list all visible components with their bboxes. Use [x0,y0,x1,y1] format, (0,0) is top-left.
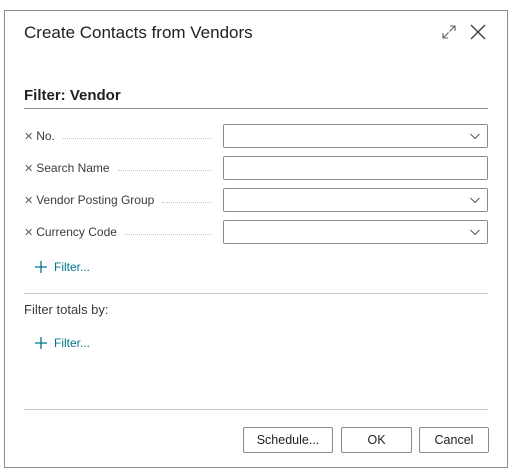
section-divider [24,108,488,109]
add-filter-link[interactable]: Filter... [34,260,90,274]
chevron-down-icon[interactable] [469,226,481,238]
dialog-title: Create Contacts from Vendors [24,23,253,42]
search-name-filter-input[interactable] [223,156,488,180]
add-filter-label: Filter... [54,260,91,274]
remove-filter-icon[interactable]: ✕ [24,130,33,143]
filter-label: No. [36,129,55,143]
add-totals-filter-link[interactable]: Filter... [34,336,90,350]
filter-row-vendor-posting-group: ✕ Vendor Posting Group [24,188,488,212]
no-filter-input[interactable] [223,124,488,148]
currency-code-filter-input[interactable] [223,220,488,244]
chevron-down-icon[interactable] [469,194,481,206]
filter-label: Currency Code [36,225,117,239]
close-icon[interactable] [469,23,487,41]
filter-label: Vendor Posting Group [36,193,155,207]
filter-section-title: Filter: Vendor [24,87,121,104]
filter-totals-title: Filter totals by: [24,302,109,317]
section-divider [24,293,488,294]
remove-filter-icon[interactable]: ✕ [24,194,33,207]
plus-icon [35,337,47,349]
vendor-posting-group-filter-input[interactable] [223,188,488,212]
footer-divider [24,409,488,410]
filter-row-search-name: ✕ Search Name [24,156,488,180]
cancel-button[interactable]: Cancel [419,427,489,453]
filter-row-currency-code: ✕ Currency Code [24,220,488,244]
expand-icon[interactable] [441,24,457,40]
add-filter-label: Filter... [54,336,91,350]
schedule-button[interactable]: Schedule... [243,427,333,453]
ok-button[interactable]: OK [341,427,412,453]
chevron-down-icon[interactable] [469,130,481,142]
filter-row-no: ✕ No. [24,124,488,148]
plus-icon [35,261,47,273]
remove-filter-icon[interactable]: ✕ [24,162,33,175]
create-contacts-dialog: Create Contacts from Vendors Filter: Ven… [4,10,508,468]
remove-filter-icon[interactable]: ✕ [24,226,33,239]
filter-label: Search Name [36,161,110,175]
